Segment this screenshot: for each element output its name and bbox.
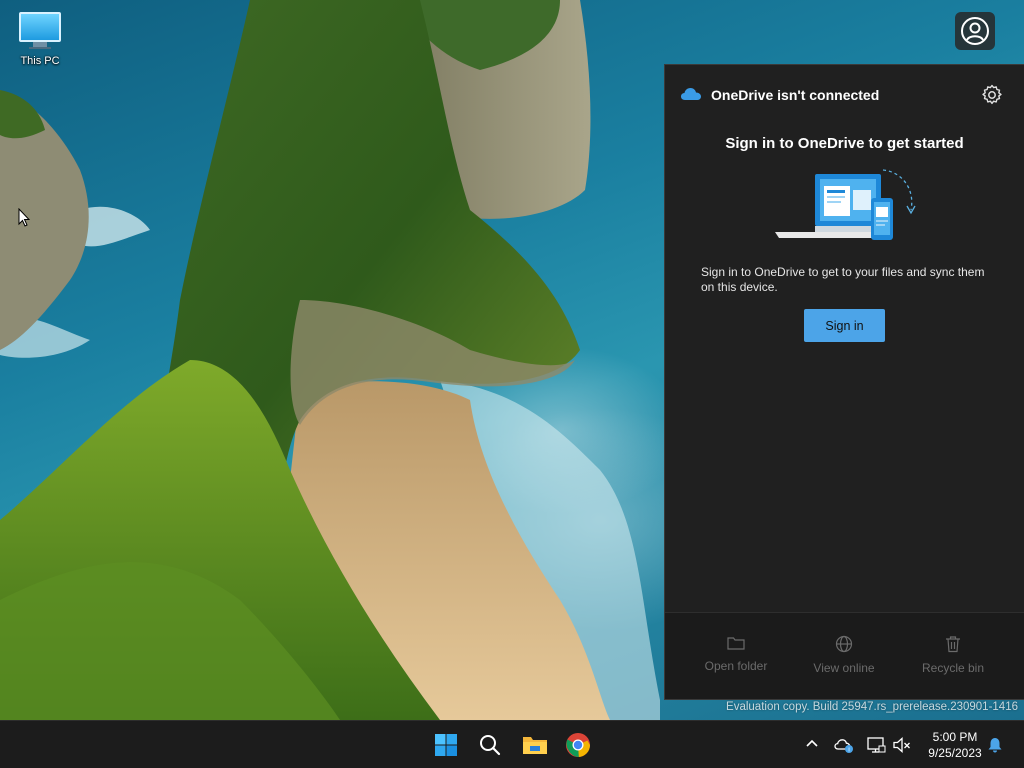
chevron-up-icon[interactable] bbox=[804, 735, 820, 751]
laptop-phone-sync-illustration bbox=[775, 169, 916, 240]
chrome-button[interactable] bbox=[562, 729, 594, 761]
svg-text:i: i bbox=[848, 748, 849, 754]
flyout-title: OneDrive isn't connected bbox=[711, 87, 880, 103]
onedrive-cloud-icon bbox=[681, 88, 701, 100]
system-clock[interactable]: 5:00 PM 9/25/2023 bbox=[920, 729, 990, 761]
taskbar: i 5:00 PM 9/25/2023 bbox=[0, 720, 1024, 768]
clock-time: 5:00 PM bbox=[932, 730, 978, 744]
chrome-icon bbox=[566, 733, 591, 757]
search-icon bbox=[480, 735, 501, 756]
desktop-icon-this-pc[interactable]: This PC bbox=[10, 8, 70, 67]
signin-heading: Sign in to OneDrive to get started bbox=[725, 135, 964, 152]
open-folder-label: Open folder bbox=[704, 659, 768, 673]
view-online-label: View online bbox=[813, 661, 875, 675]
volume-muted-icon[interactable] bbox=[892, 735, 912, 755]
windows-logo-icon bbox=[435, 734, 457, 756]
monitor-icon bbox=[19, 12, 61, 42]
notification-bell-icon[interactable] bbox=[986, 736, 1004, 754]
start-button[interactable] bbox=[430, 729, 462, 761]
sign-in-button[interactable]: Sign in bbox=[804, 309, 885, 342]
flyout-header: OneDrive isn't connected bbox=[665, 65, 1024, 125]
account-circle-icon bbox=[961, 17, 989, 45]
desktop-icon-label: This PC bbox=[20, 55, 60, 67]
onedrive-icon[interactable]: i bbox=[834, 735, 854, 755]
signin-description: Sign in to OneDrive to get to your files… bbox=[701, 265, 985, 294]
recycle-bin-label: Recycle bin bbox=[921, 661, 985, 675]
open-folder-button[interactable]: Open folder bbox=[681, 613, 791, 699]
recycle-bin-button[interactable]: Recycle bin bbox=[898, 613, 1008, 699]
globe-icon bbox=[835, 635, 853, 653]
mouse-cursor-icon bbox=[18, 208, 30, 227]
settings-gear-icon[interactable] bbox=[980, 83, 1004, 107]
file-explorer-button[interactable] bbox=[519, 729, 551, 761]
search-button[interactable] bbox=[474, 729, 506, 761]
flyout-footer: Open folder View online Recycle bin bbox=[665, 612, 1024, 699]
folder-icon bbox=[523, 737, 547, 754]
account-button[interactable] bbox=[955, 12, 995, 50]
folder-icon bbox=[727, 637, 745, 650]
onedrive-flyout: OneDrive isn't connected Sign in to OneD… bbox=[664, 64, 1024, 700]
view-online-button[interactable]: View online bbox=[789, 613, 899, 699]
build-watermark: Evaluation copy. Build 25947.rs_prerelea… bbox=[726, 701, 1018, 713]
network-icon[interactable] bbox=[866, 735, 886, 755]
clock-date: 9/25/2023 bbox=[928, 746, 982, 760]
trash-icon bbox=[946, 636, 960, 653]
